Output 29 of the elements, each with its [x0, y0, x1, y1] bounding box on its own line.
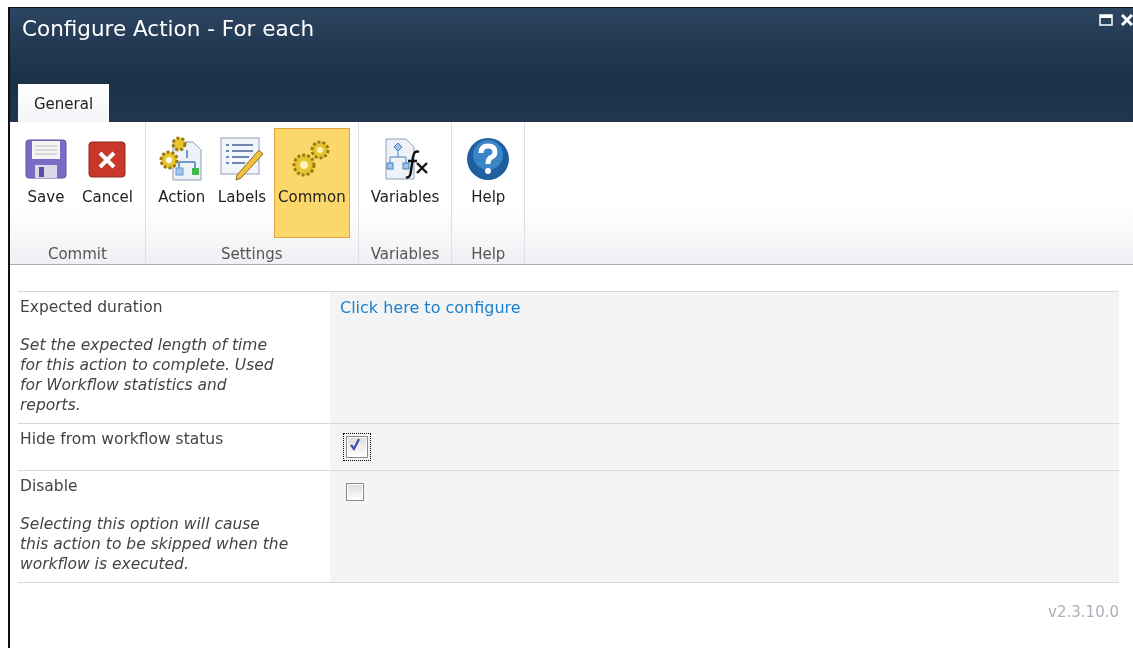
cancel-icon: [87, 139, 128, 179]
document-pencil-icon: [218, 136, 265, 182]
setting-description: Selecting this option will cause this action to be skipped when the workflow is executed.: [20, 514, 290, 574]
help-icon: [466, 137, 511, 181]
ribbon-button[interactable]: Cancel: [78, 128, 137, 238]
version-label: v2.3.10.0: [1048, 603, 1119, 621]
window-title: Configure Action - For each: [22, 16, 315, 41]
ribbon-button[interactable]: Variables: [366, 128, 444, 238]
checkbox[interactable]: [346, 483, 364, 501]
setting-label: Hide from workflow status: [20, 430, 225, 448]
ribbon-button[interactable]: Common: [274, 128, 350, 238]
tab[interactable]: General: [18, 84, 110, 122]
ribbon-button[interactable]: Labels: [213, 128, 271, 238]
group-label: Settings: [220, 245, 284, 263]
group-label: Help: [470, 245, 507, 263]
setting-label: Expected duration: [20, 298, 164, 316]
group-label: Commit: [46, 245, 108, 263]
checkbox[interactable]: [346, 436, 368, 458]
maximize-icon[interactable]: [1099, 14, 1113, 26]
checkmark-icon: [348, 437, 362, 452]
ribbon-button[interactable]: Help: [460, 128, 517, 238]
close-icon[interactable]: [1121, 14, 1133, 26]
configure-link[interactable]: Click here to configure: [340, 298, 521, 317]
group-label: Variables: [369, 245, 441, 263]
setting-label: Disable: [20, 477, 79, 495]
setting-description: Set the expected length of time for this action to complete. Used for Workflow statistics and reports.: [20, 335, 275, 415]
ribbon-button[interactable]: Action: [153, 128, 210, 238]
ribbon-button[interactable]: Save: [18, 128, 74, 238]
gears-document-icon: [158, 136, 205, 182]
